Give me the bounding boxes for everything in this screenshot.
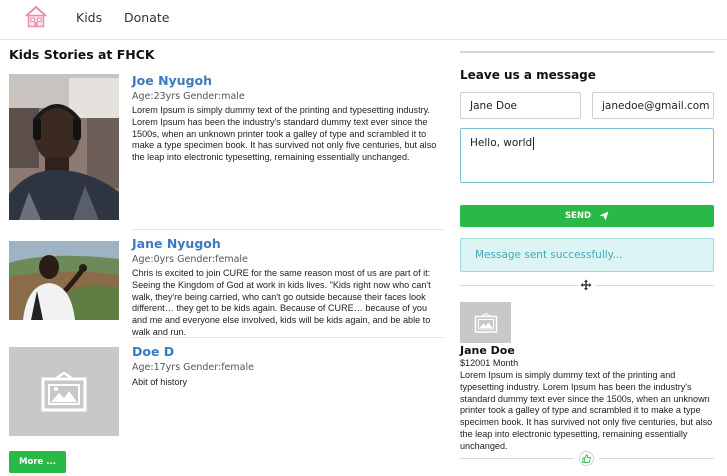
- email-field-value: janedoe@gmail.com: [602, 99, 710, 112]
- email-field[interactable]: janedoe@gmail.com: [592, 92, 714, 119]
- story-photo: [9, 74, 119, 220]
- success-alert: Message sent successfully...: [460, 238, 714, 272]
- story-photo: [9, 241, 119, 320]
- divider: [460, 51, 714, 53]
- donor-photo-placeholder: [460, 302, 511, 343]
- divider: [460, 285, 578, 286]
- story-text: Chris is excited to join CURE for the sa…: [132, 268, 431, 337]
- message-textarea[interactable]: Hello, world: [460, 128, 714, 183]
- section-title: Kids Stories at FHCK: [9, 47, 155, 62]
- story-text: Lorem Ipsum is simply dummy text of the …: [132, 105, 437, 163]
- divider: [132, 229, 443, 230]
- thumbs-up-icon: [582, 454, 591, 463]
- story-photo-placeholder: [9, 347, 119, 436]
- story-name[interactable]: Jane Nyugoh: [132, 236, 221, 251]
- nav-link-kids[interactable]: Kids: [76, 10, 102, 25]
- image-placeholder-icon: [474, 312, 497, 333]
- text-caret: [533, 137, 535, 150]
- divider: [132, 337, 443, 338]
- image-placeholder-icon: [41, 371, 87, 411]
- story-name[interactable]: Joe Nyugoh: [132, 73, 212, 88]
- form-title: Leave us a message: [460, 68, 596, 82]
- story-card: Jane Nyugoh Age:0yrs Gender:female Chris…: [9, 236, 443, 337]
- like-button[interactable]: [579, 451, 594, 466]
- divider: [599, 458, 714, 459]
- send-button-label: SEND: [564, 211, 592, 221]
- send-button[interactable]: SEND: [460, 205, 714, 227]
- story-meta: Age:0yrs Gender:female: [132, 254, 248, 265]
- success-alert-text: Message sent successfully...: [475, 249, 623, 261]
- story-card: Doe D Age:17yrs Gender:female Abit of hi…: [9, 344, 443, 437]
- story-text: Abit of history: [132, 377, 188, 387]
- donor-name: Jane Doe: [460, 344, 515, 357]
- message-textarea-value: Hello, world: [470, 137, 533, 149]
- donor-amount: $12001 Month: [460, 358, 519, 368]
- story-card: Joe Nyugoh Age:23yrs Gender:male Lorem I…: [9, 73, 443, 224]
- donor-text: Lorem Ipsum is simply dummy text of the …: [460, 370, 713, 451]
- more-button[interactable]: More ...: [9, 451, 66, 473]
- top-nav: Kids Donate: [0, 0, 727, 40]
- story-meta: Age:17yrs Gender:female: [132, 362, 254, 373]
- paper-plane-icon: [599, 211, 609, 221]
- house-icon[interactable]: [23, 4, 49, 30]
- story-meta: Age:23yrs Gender:male: [132, 91, 245, 102]
- divider: [596, 285, 714, 286]
- name-field-value: Jane Doe: [470, 99, 517, 112]
- story-name[interactable]: Doe D: [132, 344, 174, 359]
- name-field[interactable]: Jane Doe: [460, 92, 581, 119]
- move-icon: [580, 279, 592, 291]
- divider: [460, 458, 574, 459]
- nav-link-donate[interactable]: Donate: [124, 10, 169, 25]
